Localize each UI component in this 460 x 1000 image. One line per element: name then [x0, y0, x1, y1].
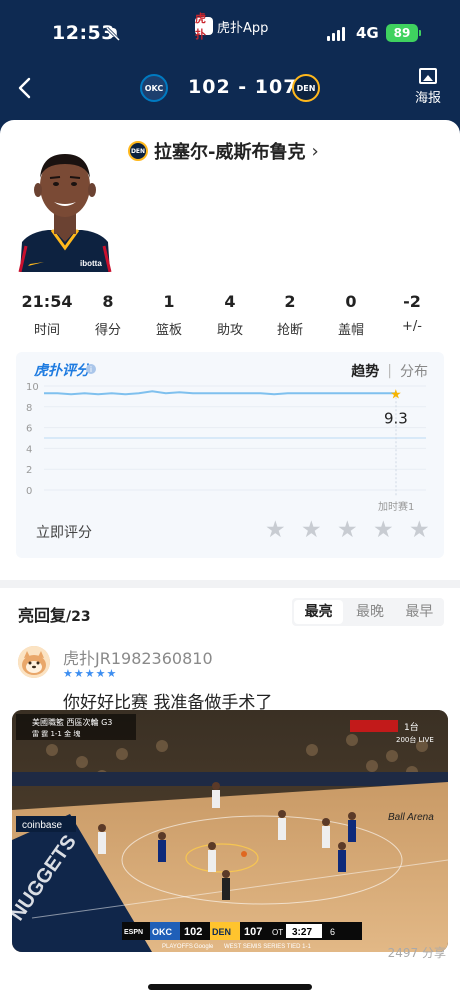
y-tick-label: 6 — [26, 424, 32, 435]
current-star-icon: ★ — [390, 387, 402, 402]
den-team-logo-icon[interactable]: DEN — [292, 74, 320, 102]
poster-button[interactable]: 海报 — [412, 68, 444, 106]
sort-latest[interactable]: 最晚 — [345, 598, 394, 626]
player-stats-row: 21:54 时间 8 得分 1 篮板 4 助攻 2 抢断 0 盖帽 -2 +/- — [0, 292, 460, 340]
stat-label: 篮板 — [155, 323, 182, 338]
game-nav-bar: OKC 102 - 107 DEN 海报 — [0, 60, 460, 120]
header: 12:53 虎扑 虎扑App 4G 89 OKC 102 - 107 DEN 海… — [0, 0, 460, 140]
channel-live: 200台 LIVE — [396, 735, 434, 744]
basketball-broadcast-frame: NUGGETS coinbase Ball Arena 美國職籃 西區次輪 G3… — [12, 710, 448, 952]
rating-star-icon[interactable]: ★ — [265, 519, 288, 542]
okc-team-logo-icon[interactable]: OKC — [140, 74, 168, 102]
stat-value: 1 — [163, 292, 175, 311]
player-card: ibotta DEN 拉塞尔-威斯布鲁克 › 21:54 时间 8 得分 1 篮… — [0, 120, 460, 580]
y-tick-label: 0 — [26, 486, 32, 497]
poster-icon — [419, 68, 437, 84]
jersey-sponsor: ibotta — [80, 259, 102, 268]
stat-points: 8 得分 — [76, 292, 140, 338]
stat-label: 盖帽 — [337, 323, 364, 338]
rating-star-icon[interactable]: ★ — [301, 519, 324, 542]
stat-label: 得分 — [94, 323, 121, 338]
chevron-right-icon: › — [311, 140, 319, 162]
stat-steals: 2 抢断 — [258, 292, 322, 338]
rating-star-icon[interactable]: ★ — [373, 519, 396, 542]
away-abbr: DEN — [212, 927, 231, 937]
home-score: 102 — [184, 926, 202, 938]
stat-value: 21:54 — [21, 292, 73, 311]
period: OT — [272, 928, 283, 937]
mute-bell-icon — [105, 26, 121, 42]
share-count: 2497 分享 — [387, 946, 446, 960]
series-note: WEST SEMIS SERIES TIED 1-1 — [224, 944, 311, 950]
stat-label: 时间 — [33, 323, 60, 338]
game-clock: 3:27 — [292, 927, 312, 938]
rating-line — [44, 390, 396, 396]
poster-label: 海报 — [414, 91, 441, 106]
user-avatar[interactable] — [18, 646, 50, 678]
replies-title: 亮回复 — [18, 606, 67, 625]
rating-panel: 虎扑评分 i 趋势 | 分布 0 2 4 6 8 10 ★ 9.3 加时赛1 立即评分 ★ ★ ★ ★… — [16, 352, 444, 558]
player-photo[interactable]: ibotta — [16, 138, 114, 272]
playoffs-logo: PLAYOFFS — [162, 944, 193, 950]
info-icon[interactable]: i — [86, 364, 96, 374]
rating-trend-chart: 0 2 4 6 8 10 ★ 9.3 加时赛1 — [26, 382, 426, 513]
hupu-logo-icon: 虎扑 — [195, 12, 213, 41]
x-end-label: 加时赛1 — [378, 500, 414, 513]
stat-rebounds: 1 篮板 — [137, 292, 201, 338]
sponsor-logo: Google — [194, 944, 214, 950]
player-name-link[interactable]: DEN 拉塞尔-威斯布鲁克 › — [128, 138, 319, 164]
reply-username[interactable]: 虎扑JR1982360810 — [63, 645, 213, 669]
stat-minutes: 21:54 时间 — [15, 292, 79, 338]
section-divider — [0, 580, 460, 588]
stat-label: 抢断 — [276, 323, 303, 338]
home-abbr: OKC — [152, 927, 173, 937]
video-subcaption: 雷 霆 1-1 金 塊 — [32, 729, 80, 738]
replies-heading: 亮回复/23 — [18, 602, 91, 626]
sort-earliest[interactable]: 最早 — [395, 598, 444, 626]
current-rating-value: 9.3 — [384, 409, 408, 427]
y-tick-label: 2 — [26, 465, 32, 476]
cellular-signal-icon — [327, 27, 345, 41]
stat-value: 8 — [102, 292, 114, 311]
stat-value: -2 — [403, 292, 421, 311]
shot-clock: 6 — [330, 927, 335, 937]
sort-switch: 最亮 最晚 最早 — [292, 598, 444, 626]
back-arrow-icon[interactable] — [14, 74, 36, 102]
y-tick-label: 10 — [26, 382, 39, 393]
status-bar: 12:53 虎扑 虎扑App 4G 89 — [0, 0, 460, 60]
stat-plus-minus: -2 +/- — [380, 292, 444, 334]
player-name: 拉塞尔-威斯布鲁克 — [154, 142, 306, 163]
channel-num: 1台 — [404, 721, 419, 733]
home-indicator — [148, 984, 312, 990]
arena-text: Ball Arena — [388, 812, 434, 823]
reply-video-attachment[interactable]: NUGGETS coinbase Ball Arena 美國職籃 西區次輪 G3… — [12, 710, 448, 952]
stat-label: +/- — [402, 319, 422, 334]
user-rating-stars-icon: ★★★★★ — [63, 667, 118, 680]
rating-star-icon[interactable]: ★ — [337, 519, 360, 542]
stat-label: 助攻 — [216, 323, 243, 338]
stat-blocks: 0 盖帽 — [319, 292, 383, 338]
network-type: 4G — [356, 24, 379, 42]
game-score: 102 - 107 — [188, 76, 298, 98]
stat-value: 2 — [284, 292, 296, 311]
den-team-badge-icon: DEN — [128, 141, 148, 161]
stat-value: 0 — [345, 292, 357, 311]
y-tick-label: 4 — [26, 444, 32, 455]
away-score: 107 — [244, 926, 262, 938]
rating-star-icon[interactable]: ★ — [409, 519, 432, 542]
app-name: 虎扑App — [217, 20, 269, 36]
sort-brightest[interactable]: 最亮 — [294, 600, 344, 624]
replies-count: /23 — [66, 609, 91, 625]
battery-icon: 89 — [386, 24, 421, 42]
stat-value: 4 — [224, 292, 236, 311]
rating-stars: ★ ★ ★ ★ ★ — [265, 519, 432, 542]
stat-assists: 4 助攻 — [198, 292, 262, 338]
network-logo: ESPN — [124, 929, 143, 936]
video-caption: 美國職籃 西區次輪 G3 — [32, 717, 112, 727]
app-indicator[interactable]: 虎扑 虎扑App — [195, 12, 269, 41]
ad-text: coinbase — [22, 820, 62, 831]
rate-now-label: 立即评分 — [36, 525, 92, 541]
y-tick-label: 8 — [26, 403, 32, 414]
